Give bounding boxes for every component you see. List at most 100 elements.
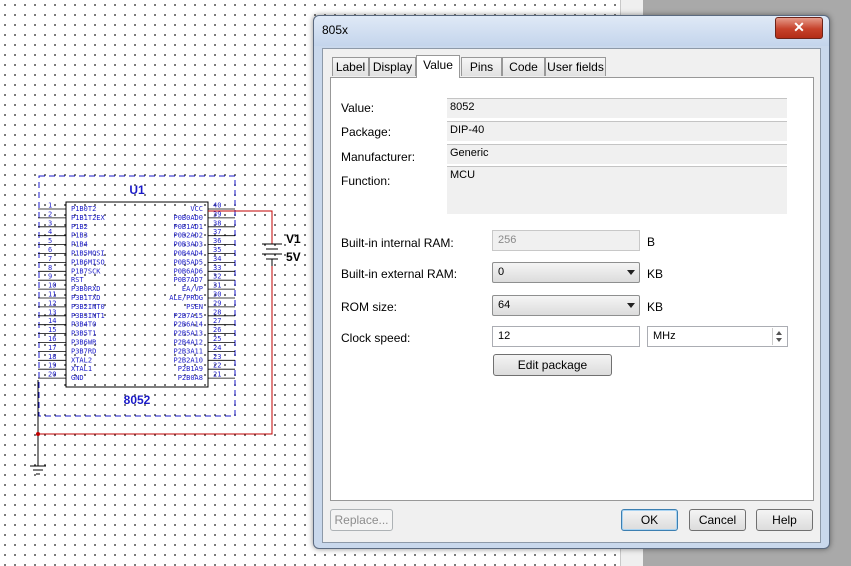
pin-name: P0B3AD3 (173, 241, 203, 249)
ok-button[interactable]: OK (621, 509, 678, 531)
pin-name: P0B2AD2 (173, 232, 203, 240)
clock-speed-input[interactable]: 12 (492, 326, 640, 347)
tab-value[interactable]: Value (416, 55, 460, 78)
manufacturer-field: Generic (447, 144, 787, 164)
component-selection-box[interactable] (38, 175, 236, 417)
external-ram-select[interactable]: 0 (492, 262, 640, 283)
pin-name: P3B2INT0 (71, 303, 105, 311)
pin-name: PSEN (186, 303, 203, 311)
tab-code[interactable]: Code (502, 57, 545, 76)
pin-number: 19 (48, 362, 56, 370)
pin-number: 10 (48, 282, 56, 290)
pin-number: 9 (48, 273, 52, 281)
package-label: Package: (341, 125, 392, 139)
battery-symbol[interactable] (262, 243, 282, 266)
function-label: Function: (341, 174, 391, 188)
pin-name: XTAL1 (71, 365, 92, 373)
tab-display[interactable]: Display (369, 57, 416, 76)
pin-number: 14 (48, 317, 56, 325)
tab-pins[interactable]: Pins (461, 57, 502, 76)
left-pin-group: 1 P1B0T2 2 P1B1T2EX 3 P1B2 4 P1B3 5 P1B4 6 P1B5MOSI… (38, 202, 106, 382)
external-ram-value: 0 (498, 266, 505, 278)
pin-number: 33 (213, 264, 221, 272)
cancel-button[interactable]: Cancel (689, 509, 746, 531)
pin-name: P2B0A8 (178, 374, 203, 382)
right-pin-group: 40 VCC 39 P0B0AD0 38 P0B1AD1 37 P0B2AD2 36 P0B3AD… (169, 202, 235, 382)
tab-label[interactable]: Label (332, 57, 369, 76)
pin-number: 27 (213, 317, 221, 325)
pin-number: 26 (213, 326, 221, 334)
dialog-title: 805x (322, 23, 349, 37)
junction-dot (36, 432, 40, 436)
external-ram-unit: KB (647, 267, 664, 281)
replace-button: Replace... (330, 509, 393, 531)
pin-name: P0B5AD5 (173, 258, 203, 266)
source-reference: V1 (286, 232, 301, 246)
pin-name: P1B5MOSI (71, 250, 105, 258)
value-label: Value: (341, 101, 375, 115)
component-value: 8052 (124, 393, 151, 407)
pin-number: 35 (213, 246, 221, 254)
pin-name: EA/VP (182, 285, 203, 293)
pin-number: 21 (213, 371, 221, 379)
tab-user-fields[interactable]: User fields (545, 57, 606, 76)
value-field: 8052 (447, 98, 787, 118)
pin-number: 13 (48, 308, 56, 316)
pin-number: 36 (213, 237, 221, 245)
pin-number: 11 (48, 291, 56, 299)
pin-name: P2B4A12 (173, 339, 203, 347)
pin-number: 28 (213, 308, 221, 316)
internal-ram-field: 256 (492, 230, 640, 251)
pin-number: 40 (213, 202, 221, 210)
pin-number: 6 (48, 246, 52, 254)
pin-number: 2 (48, 210, 52, 218)
pin-name: P3B7RD (71, 347, 96, 355)
pin-number: 16 (48, 335, 56, 343)
pin-name: P2B2A10 (173, 356, 203, 364)
pin-name: P2B6A14 (173, 321, 203, 329)
pin-name: P1B4 (71, 241, 88, 249)
manufacturer-label: Manufacturer: (341, 150, 416, 164)
pin-number: 15 (48, 326, 56, 334)
pin-number: 1 (48, 202, 52, 210)
pin-number: 3 (48, 219, 52, 227)
rom-size-unit: KB (647, 300, 664, 314)
pin-number: 37 (213, 228, 221, 236)
pin-number: 39 (213, 210, 221, 218)
pin-number: 20 (48, 371, 56, 379)
pin-number: 8 (48, 264, 52, 272)
pin-name: P3B5T1 (71, 330, 96, 338)
rom-size-label: ROM size: (341, 300, 398, 314)
pin-name: P3B6WR (71, 339, 97, 347)
pin-name: P0B6AD6 (173, 267, 203, 275)
pin-name: P1B1T2EX (71, 214, 106, 222)
spinner-arrows-icon[interactable] (772, 328, 786, 345)
pin-number: 38 (213, 219, 221, 227)
pin-number: 5 (48, 237, 52, 245)
dialog-titlebar[interactable]: 805x ✕ (314, 16, 829, 46)
rom-size-select[interactable]: 64 (492, 295, 640, 316)
pin-number: 29 (213, 299, 221, 307)
close-button[interactable]: ✕ (775, 17, 823, 39)
pin-name: P1B7SCK (71, 267, 101, 275)
pin-name: P3B4T0 (71, 321, 96, 329)
pin-name: P2B7A15 (173, 312, 203, 320)
help-button[interactable]: Help (756, 509, 813, 531)
pin-name: P0B1AD1 (173, 223, 203, 231)
pin-number: 25 (213, 335, 221, 343)
edit-package-button[interactable]: Edit package (493, 354, 612, 376)
component-properties-dialog: 805x ✕ Label Display Value Pins Code Use… (313, 15, 830, 549)
component-reference: U1 (129, 183, 145, 197)
ground-symbol-icon[interactable] (30, 465, 46, 475)
pin-name: P1B2 (71, 223, 88, 231)
pin-name: P2B1A9 (178, 365, 203, 373)
pin-name: P1B6MISO (71, 258, 105, 266)
source-value: 5V (286, 250, 301, 264)
pin-number: 4 (48, 228, 52, 236)
pin-name: P0B0AD0 (173, 214, 203, 222)
clock-unit-spinner[interactable]: MHz (647, 326, 788, 347)
chevron-down-icon (627, 270, 635, 275)
chevron-down-icon (627, 303, 635, 308)
function-field: MCU (447, 166, 787, 214)
pin-name: ALE/PROG (169, 294, 203, 302)
